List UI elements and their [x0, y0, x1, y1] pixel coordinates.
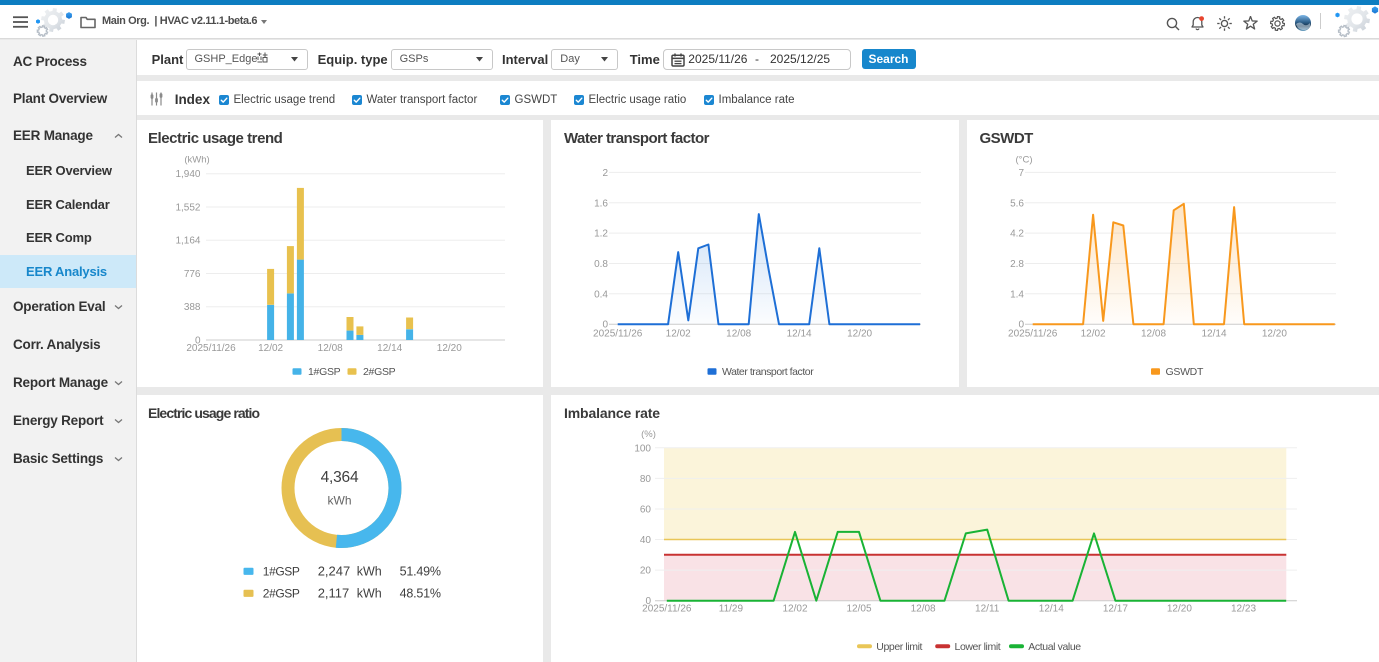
- svg-text:0.4: 0.4: [594, 289, 608, 300]
- svg-text:80: 80: [640, 474, 652, 485]
- svg-text:2025/11/26: 2025/11/26: [186, 343, 236, 354]
- svg-text:12/05: 12/05: [846, 603, 871, 614]
- svg-text:12/14: 12/14: [787, 329, 812, 340]
- svg-text:1,552: 1,552: [175, 203, 200, 214]
- svg-text:12/02: 12/02: [258, 343, 283, 354]
- svg-text:12/20: 12/20: [1167, 603, 1192, 614]
- svg-text:2: 2: [602, 168, 608, 179]
- svg-text:(%): (%): [641, 429, 656, 440]
- svg-text:12/02: 12/02: [666, 329, 691, 340]
- svg-text:60: 60: [640, 505, 652, 516]
- svg-text:12/23: 12/23: [1231, 603, 1256, 614]
- svg-text:kWh: kWh: [357, 587, 382, 601]
- svg-text:12/14: 12/14: [377, 343, 402, 354]
- svg-text:2025/11/26: 2025/11/26: [1008, 329, 1058, 340]
- svg-text:51.49%: 51.49%: [400, 565, 441, 579]
- svg-text:(kWh): (kWh): [184, 155, 209, 166]
- svg-text:1,164: 1,164: [175, 236, 200, 247]
- svg-text:12/17: 12/17: [1103, 603, 1128, 614]
- svg-text:40: 40: [640, 535, 652, 546]
- svg-text:2,117: 2,117: [318, 586, 350, 601]
- svg-text:2,247: 2,247: [318, 564, 351, 579]
- svg-text:12/08: 12/08: [1141, 329, 1166, 340]
- svg-text:12/20: 12/20: [437, 343, 462, 354]
- svg-text:2025/11/26: 2025/11/26: [642, 603, 692, 614]
- svg-text:12/14: 12/14: [1039, 603, 1064, 614]
- svg-text:Lower limit: Lower limit: [955, 641, 1001, 653]
- svg-text:(°C): (°C): [1016, 155, 1033, 166]
- svg-text:Actual value: Actual value: [1028, 641, 1081, 653]
- svg-text:12/08: 12/08: [911, 603, 936, 614]
- svg-text:1#GSP: 1#GSP: [263, 565, 300, 579]
- svg-text:12/14: 12/14: [1201, 329, 1226, 340]
- svg-text:100: 100: [634, 443, 651, 454]
- svg-text:4.2: 4.2: [1010, 229, 1024, 240]
- svg-text:12/02: 12/02: [782, 603, 807, 614]
- svg-text:1.2: 1.2: [594, 229, 608, 240]
- svg-text:7: 7: [1018, 168, 1024, 179]
- svg-text:12/08: 12/08: [318, 343, 343, 354]
- svg-text:12/20: 12/20: [847, 329, 872, 340]
- svg-text:GSWDT: GSWDT: [1166, 366, 1204, 378]
- svg-text:12/20: 12/20: [1262, 329, 1287, 340]
- svg-text:1.6: 1.6: [594, 198, 608, 209]
- svg-text:kWh: kWh: [357, 565, 382, 579]
- svg-text:4,364: 4,364: [321, 469, 359, 486]
- svg-text:kWh: kWh: [328, 494, 352, 508]
- svg-text:Upper limit: Upper limit: [876, 641, 922, 653]
- svg-text:2#GSP: 2#GSP: [263, 587, 300, 601]
- svg-text:1.4: 1.4: [1010, 289, 1024, 300]
- svg-text:48.51%: 48.51%: [400, 587, 441, 601]
- svg-text:1#GSP: 1#GSP: [308, 366, 341, 378]
- svg-text:776: 776: [184, 269, 201, 280]
- svg-text:2025/11/26: 2025/11/26: [593, 329, 643, 340]
- svg-text:12/11: 12/11: [975, 603, 1000, 614]
- svg-text:5.6: 5.6: [1010, 198, 1024, 209]
- svg-text:0.8: 0.8: [594, 259, 608, 270]
- svg-text:20: 20: [640, 566, 652, 577]
- svg-text:11/29: 11/29: [719, 603, 744, 614]
- svg-text:2.8: 2.8: [1010, 259, 1024, 270]
- svg-text:Water transport factor: Water transport factor: [722, 366, 814, 378]
- svg-text:2#GSP: 2#GSP: [363, 366, 396, 378]
- svg-text:388: 388: [184, 302, 201, 313]
- svg-text:12/02: 12/02: [1081, 329, 1106, 340]
- svg-text:12/08: 12/08: [726, 329, 751, 340]
- svg-text:1,940: 1,940: [175, 169, 200, 180]
